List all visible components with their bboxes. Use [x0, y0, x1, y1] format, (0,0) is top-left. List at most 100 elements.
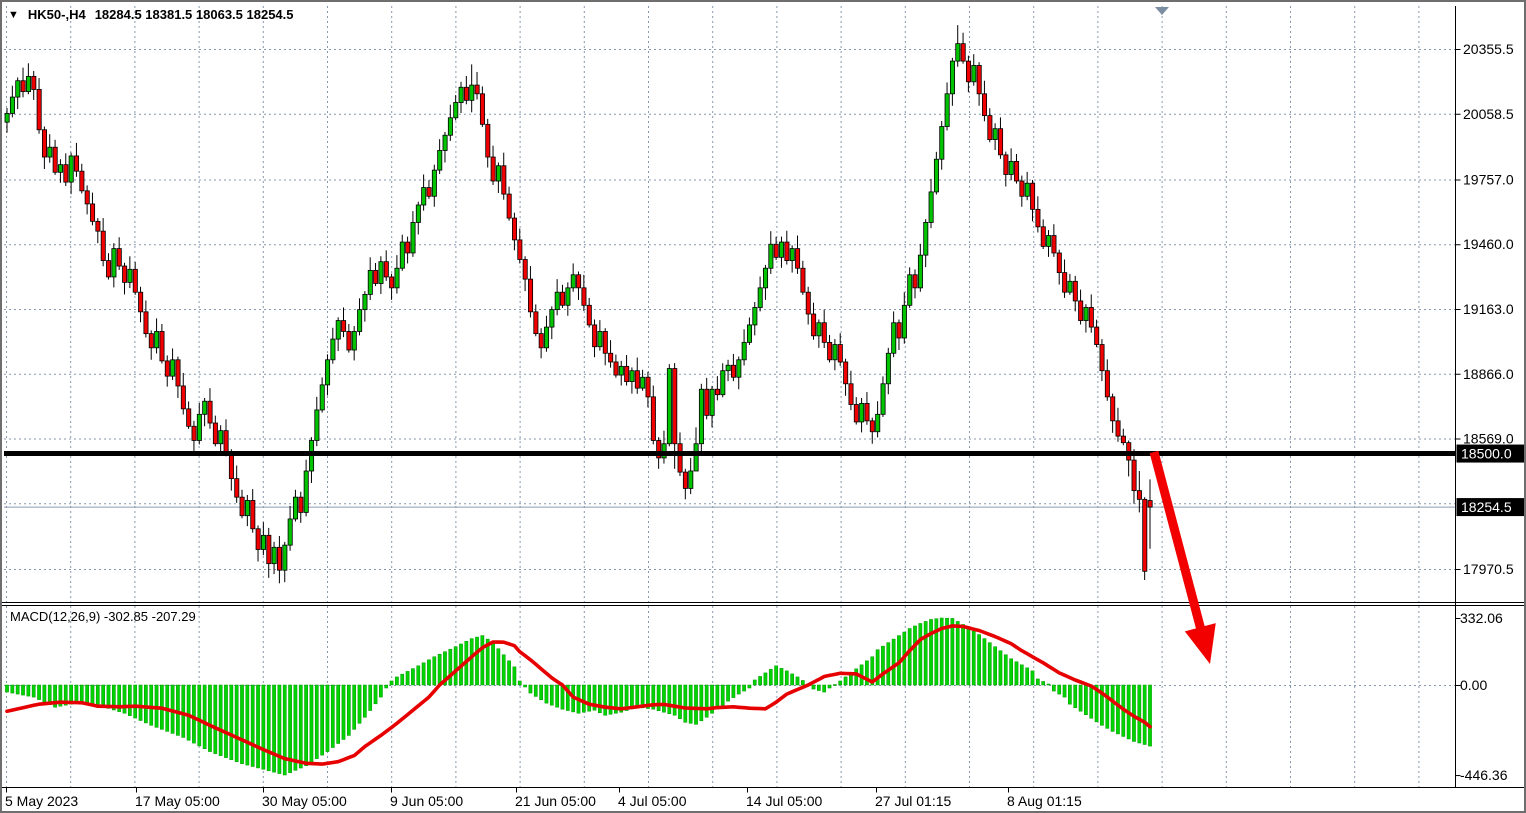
- candle-body: [950, 61, 954, 94]
- price-tick-label: 19163.0: [1463, 301, 1514, 317]
- candle-body: [304, 471, 308, 512]
- candle-body: [272, 547, 276, 563]
- macd-tick-label: 0.00: [1460, 677, 1487, 693]
- candle-body: [400, 242, 404, 268]
- candle-body: [395, 268, 399, 288]
- macd-tick-label: -446.36: [1460, 767, 1508, 783]
- candle-body: [966, 61, 970, 82]
- candle-body: [699, 389, 703, 444]
- candle-body: [1073, 281, 1077, 301]
- candle-body: [507, 194, 511, 218]
- candle-body: [758, 288, 762, 308]
- macd-histogram-bar: [1052, 685, 1055, 691]
- candle-body: [742, 342, 746, 359]
- candle-body: [673, 369, 677, 444]
- candle-body: [149, 334, 153, 348]
- price-tick-label: 20058.5: [1463, 106, 1514, 122]
- macd-histogram-bar: [1079, 685, 1082, 711]
- macd-histogram-bar: [491, 643, 494, 685]
- macd-histogram-bar: [855, 669, 858, 685]
- candle-body: [913, 275, 917, 288]
- macd-histogram-bar: [203, 685, 206, 749]
- candle-body: [683, 472, 687, 488]
- candle-body: [635, 371, 639, 388]
- macd-histogram-bar: [668, 685, 671, 714]
- candle-body: [1030, 183, 1034, 209]
- candle-body: [886, 353, 890, 384]
- candle-body: [459, 87, 463, 102]
- candle-body: [988, 116, 992, 140]
- candle-body: [689, 471, 693, 488]
- macd-histogram-bar: [678, 685, 681, 719]
- candle-body: [438, 150, 442, 170]
- candle-body: [203, 401, 207, 414]
- chart-canvas[interactable]: 20355.520058.519757.019460.019163.018866…: [2, 2, 1526, 813]
- candle-body: [363, 294, 367, 309]
- macd-histogram-bar: [385, 685, 388, 688]
- macd-histogram-bar: [1004, 655, 1007, 685]
- candle-body: [769, 244, 773, 268]
- macd-histogram-bar: [550, 685, 553, 705]
- candle-body: [74, 156, 78, 171]
- macd-histogram-bar: [951, 618, 954, 685]
- candle-body: [448, 118, 452, 135]
- macd-histogram-bar: [310, 685, 313, 762]
- candle-body: [336, 321, 340, 340]
- candle-body: [123, 266, 127, 282]
- candle-body: [1009, 161, 1013, 174]
- candle-body: [881, 384, 885, 415]
- candle-body: [277, 547, 281, 570]
- candle-body: [582, 288, 586, 305]
- candle-body: [341, 321, 345, 332]
- candle-body: [753, 307, 757, 324]
- macd-histogram-bar: [523, 685, 526, 687]
- macd-histogram-bar: [1132, 685, 1135, 741]
- macd-histogram-bar: [839, 681, 842, 685]
- candle-body: [1079, 301, 1083, 321]
- price-tick-label: 19460.0: [1463, 236, 1514, 252]
- candle-body: [870, 421, 874, 432]
- candle-body: [101, 231, 105, 260]
- price-badge-label: 18254.5: [1461, 499, 1512, 515]
- candle-body: [694, 444, 698, 471]
- candle-body: [331, 339, 335, 360]
- candle-body: [726, 365, 730, 370]
- candle-body: [5, 113, 9, 122]
- candle-body: [982, 94, 986, 116]
- candle-body: [1095, 327, 1099, 344]
- candle-body: [32, 76, 36, 89]
- macd-histogram-bar: [972, 631, 975, 685]
- macd-histogram-bar: [673, 685, 676, 715]
- candle-body: [128, 269, 132, 282]
- candle-body: [1041, 227, 1045, 247]
- macd-histogram-bar: [16, 685, 19, 694]
- candle-body: [267, 535, 271, 563]
- chart-title: ▼ HK50-,H4 18284.5 18381.5 18063.5 18254…: [8, 7, 294, 22]
- candle-body: [85, 191, 89, 204]
- candle-body: [934, 159, 938, 192]
- candle-body: [1137, 491, 1141, 500]
- macd-histogram-bar: [305, 685, 308, 766]
- candle-body: [603, 331, 607, 353]
- candle-body: [165, 361, 169, 376]
- macd-histogram-bar: [513, 667, 516, 685]
- macd-histogram-bar: [828, 685, 831, 688]
- candle-body: [16, 81, 20, 97]
- macd-histogram-bar: [481, 636, 484, 685]
- macd-histogram-bar: [929, 619, 932, 685]
- macd-histogram-bar: [395, 677, 398, 685]
- candle-body: [1020, 181, 1024, 196]
- candle-body: [876, 414, 880, 431]
- candle-body: [566, 288, 570, 305]
- macd-histogram-bar: [1063, 685, 1066, 697]
- candle-body: [176, 360, 180, 386]
- macd-histogram-bar: [176, 685, 179, 735]
- candle-body: [646, 377, 650, 397]
- macd-histogram-bar: [534, 685, 537, 696]
- candle-body: [678, 444, 682, 472]
- candle-body: [347, 331, 351, 350]
- candle-body: [1057, 253, 1061, 273]
- macd-histogram-bar: [406, 671, 409, 685]
- macd-histogram-bar: [342, 685, 345, 739]
- macd-histogram-bar: [1047, 684, 1050, 685]
